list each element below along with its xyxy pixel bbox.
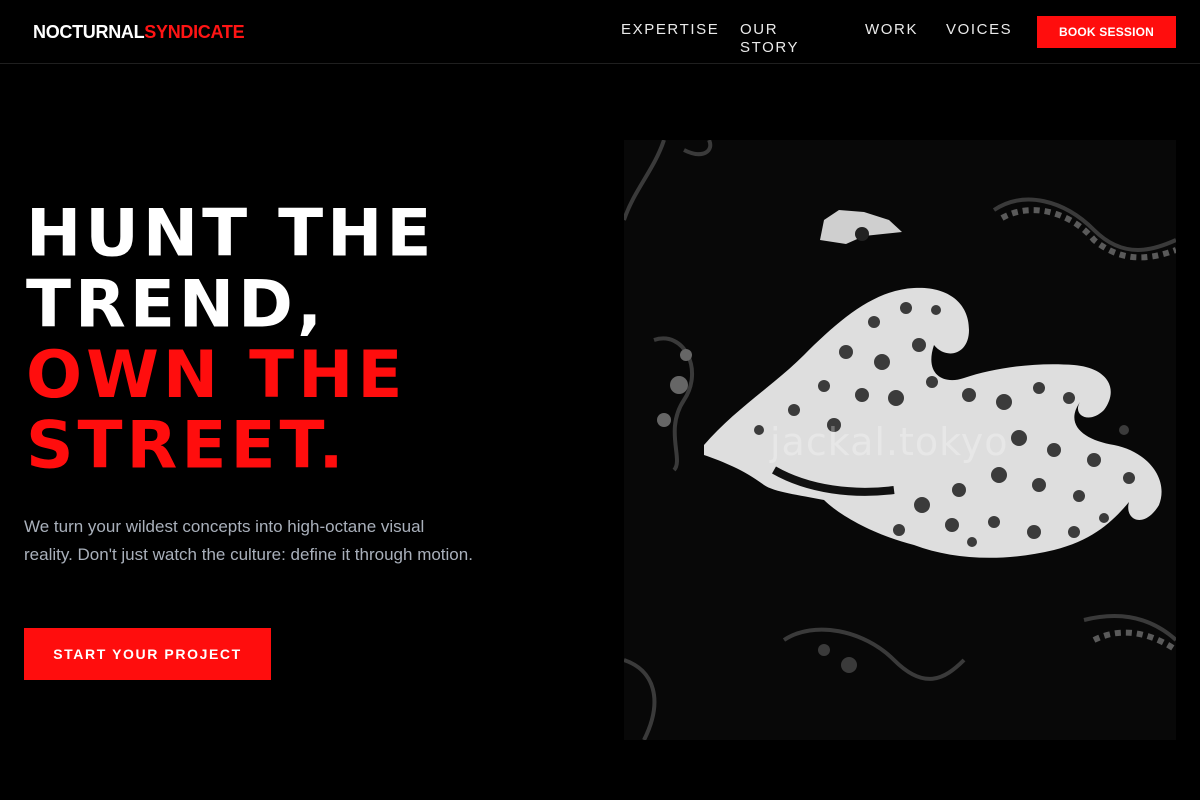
- book-session-button[interactable]: BOOK SESSION: [1037, 16, 1176, 48]
- brand-logo-part2: SYNDICATE: [144, 22, 245, 42]
- headline-line-3: OWN THE: [26, 337, 407, 413]
- hero-subtitle: We turn your wildest concepts into high-…: [24, 517, 473, 564]
- brand-logo[interactable]: NOCTURNALSYNDICATE: [33, 21, 245, 43]
- nav-link-work[interactable]: WORK: [865, 21, 918, 39]
- nav-link-voices[interactable]: VOICES: [946, 21, 1012, 39]
- nav-link-our-story[interactable]: OUR STORY: [740, 21, 799, 57]
- site-header: NOCTURNALSYNDICATE EXPERTISE OUR STORY W…: [0, 0, 1200, 64]
- image-watermark: jackal.tokyo: [770, 420, 1009, 464]
- nav-link-expertise[interactable]: EXPERTISE: [621, 21, 719, 39]
- headline-line-1: HUNT THE: [26, 195, 436, 272]
- hero-image: jackal.tokyo: [624, 140, 1176, 740]
- headline-line-2: TREND,: [26, 266, 327, 342]
- start-project-button[interactable]: START YOUR PROJECT: [24, 628, 271, 680]
- headline-line-4: STREET.: [26, 407, 348, 484]
- brand-logo-part1: NOCTURNAL: [33, 22, 145, 42]
- hero-headline: HUNT THE TREND, OWN THE STREET.: [26, 195, 436, 484]
